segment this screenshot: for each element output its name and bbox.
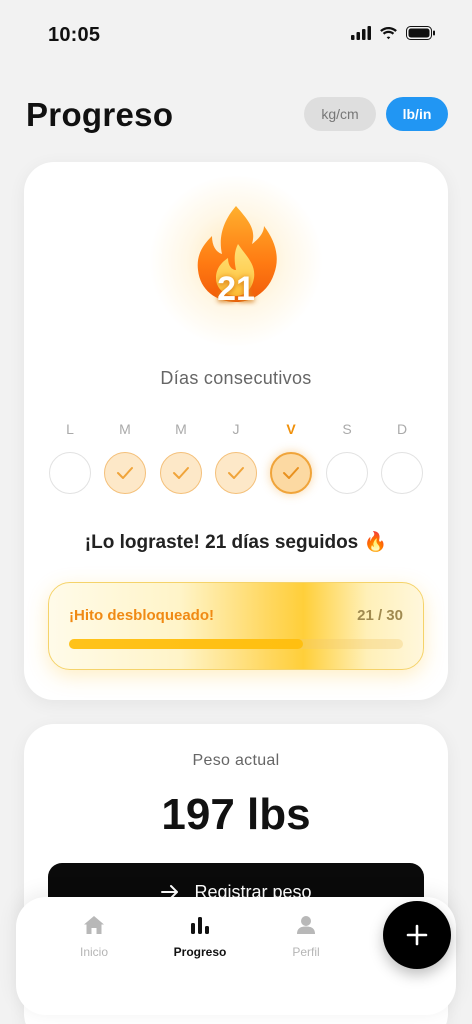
day-circle-empty xyxy=(326,452,368,494)
streak-count: 21 xyxy=(217,270,255,308)
unit-toggle: kg/cm lb/in xyxy=(304,97,448,131)
day-letter: M xyxy=(119,421,131,437)
milestone-progress-track xyxy=(69,639,403,649)
page-title: Progreso xyxy=(26,96,174,133)
streak-card: 21 Días consecutivos L M M J V S D ¡Lo l… xyxy=(24,162,448,700)
tab-inicio[interactable]: Inicio xyxy=(54,913,134,959)
streak-message: ¡Lo lograste! 21 días seguidos 🔥 xyxy=(84,532,388,553)
day-circle-done xyxy=(215,452,257,494)
day-friday: V xyxy=(269,420,313,494)
day-sunday: D xyxy=(380,420,424,494)
milestone-label: ¡Hito desbloqueado! xyxy=(69,607,214,624)
check-icon xyxy=(117,467,133,479)
streak-label: Días consecutivos xyxy=(160,368,312,388)
weight-value: 197 lbs xyxy=(161,790,311,839)
unit-kg-cm-button[interactable]: kg/cm xyxy=(304,97,376,131)
day-letter: M xyxy=(175,421,187,437)
tab-label: Inicio xyxy=(79,945,108,959)
weight-label: Peso actual xyxy=(192,752,280,769)
battery-icon xyxy=(406,26,435,40)
day-circle-done xyxy=(160,452,202,494)
day-letter: S xyxy=(342,421,352,437)
add-button[interactable] xyxy=(383,901,451,969)
milestone-banner: ¡Hito desbloqueado! 21 / 30 xyxy=(48,582,424,670)
check-icon xyxy=(283,467,299,479)
bar-chart-icon xyxy=(191,917,209,934)
home-icon xyxy=(84,916,104,934)
tab-perfil[interactable]: Perfil xyxy=(266,913,346,959)
week-days: L M M J V S D xyxy=(48,420,424,500)
plus-icon xyxy=(406,924,428,946)
day-letter: D xyxy=(396,421,408,437)
person-icon xyxy=(297,916,315,934)
day-thursday: J xyxy=(214,420,258,494)
unit-lb-in-button[interactable]: lb/in xyxy=(386,97,448,131)
day-circle-today xyxy=(270,452,312,494)
day-letter: J xyxy=(232,421,240,437)
day-wednesday: M xyxy=(159,420,203,494)
milestone-progress-fill xyxy=(69,639,303,649)
status-time: 10:05 xyxy=(48,24,101,46)
day-circle-done xyxy=(104,452,146,494)
day-saturday: S xyxy=(325,420,369,494)
tab-label: Perfil xyxy=(292,945,320,959)
status-icons xyxy=(351,26,436,40)
milestone-count: 21 / 30 xyxy=(357,607,403,624)
signal-icon xyxy=(351,26,371,40)
day-monday: L xyxy=(48,420,92,494)
day-circle-empty xyxy=(381,452,423,494)
header: Progreso kg/cm lb/in xyxy=(26,96,448,136)
wifi-icon xyxy=(380,27,397,40)
status-bar: 10:05 xyxy=(0,0,472,70)
tab-label: Progreso xyxy=(173,945,227,959)
day-tuesday: M xyxy=(103,420,147,494)
tab-progreso[interactable]: Progreso xyxy=(160,913,240,959)
check-icon xyxy=(228,467,244,479)
day-letter: L xyxy=(66,421,74,437)
streak-flame: 21 xyxy=(146,176,326,346)
day-circle-empty xyxy=(49,452,91,494)
day-letter-today: V xyxy=(286,421,296,437)
check-icon xyxy=(173,467,189,479)
